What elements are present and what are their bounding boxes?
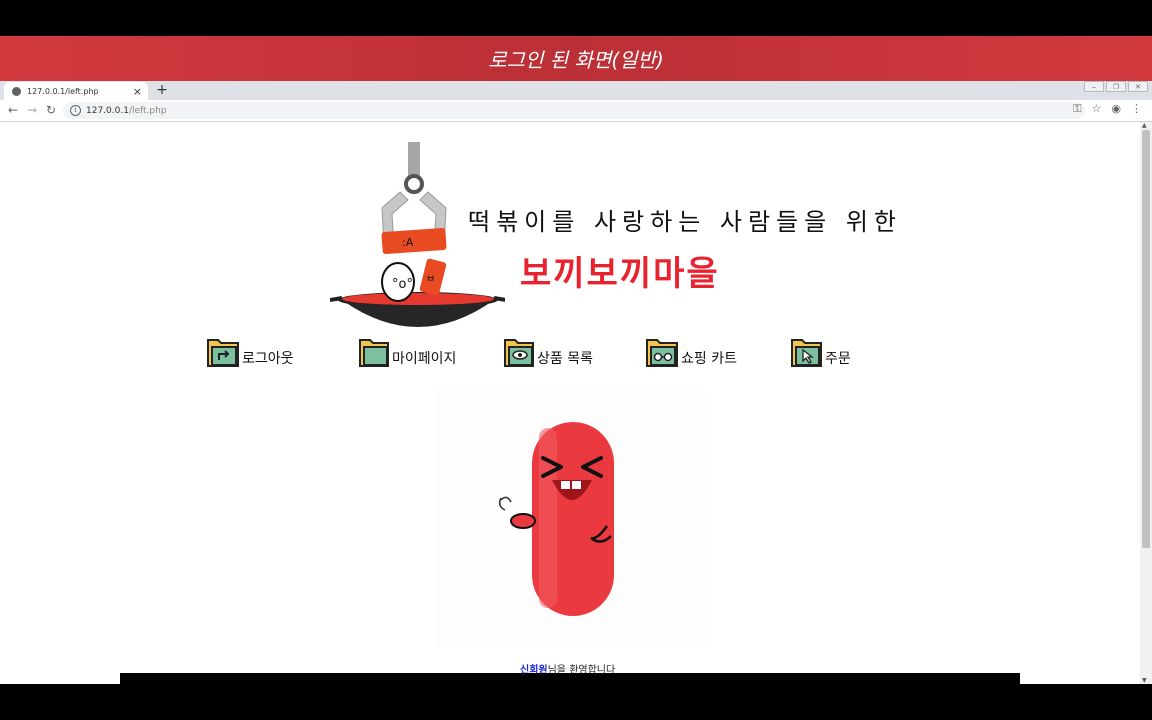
menu-label: 마이페이지 [392, 351, 457, 367]
folder-arrow-icon [207, 339, 239, 367]
site-tagline: 떡볶이를 사랑하는 사람들을 위한 [468, 208, 903, 236]
menu-dots-icon[interactable]: ⋮ [1131, 102, 1142, 116]
tteokbokki-logo: :A °o° ㅂ [330, 142, 505, 327]
url-path: /left.php [128, 105, 167, 116]
scrollbar-thumb[interactable] [1142, 130, 1150, 548]
menu-order[interactable]: 주문 [790, 336, 851, 368]
restore-icon[interactable]: ❐ [1106, 81, 1126, 92]
rice-cake-mascot [498, 422, 614, 616]
caption-text: 로그인 된 화면(일반) [488, 48, 664, 72]
account-icon[interactable]: ◉ [1111, 102, 1121, 116]
reload-button[interactable]: ↻ [43, 102, 59, 118]
menu-label: 상품 목록 [537, 351, 593, 367]
window-controls: ‒ ❐ ✕ [1084, 81, 1148, 92]
page-viewport: :A °o° ㅂ 떡볶이를 사랑하는 사람들을 위한 보끼보끼마을 로그아웃 마… [0, 122, 1152, 684]
svg-text::A: :A [402, 236, 414, 249]
menu-label: 로그아웃 [242, 351, 294, 367]
back-button[interactable]: ← [5, 102, 21, 118]
star-icon[interactable]: ☆ [1092, 102, 1102, 116]
tab-strip: 127.0.0.1/left.php × + ‒ ❐ ✕ [0, 81, 1152, 100]
url-host: 127.0.0.1 [86, 105, 129, 116]
folder-cursor-icon [791, 339, 822, 367]
minimize-icon[interactable]: ‒ [1084, 81, 1104, 92]
close-window-icon[interactable]: ✕ [1128, 81, 1148, 92]
folder-eye-icon [504, 339, 534, 367]
svg-text:°o°: °o° [392, 277, 413, 292]
footer-bar [120, 673, 1020, 684]
info-icon[interactable]: i [70, 105, 81, 116]
menu-logout[interactable]: 로그아웃 [206, 336, 294, 368]
address-bar[interactable]: i 127.0.0.1/left.php [63, 102, 1085, 119]
menu-label: 쇼핑 카트 [681, 351, 737, 367]
menu-shopping-cart[interactable]: 쇼핑 카트 [645, 336, 737, 368]
browser-chrome: 127.0.0.1/left.php × + ‒ ❐ ✕ ← → ↻ i 127… [0, 81, 1152, 122]
forward-button[interactable]: → [24, 102, 40, 118]
browser-tab[interactable]: 127.0.0.1/left.php × [4, 82, 148, 100]
folder-icon [359, 339, 389, 367]
vertical-scrollbar[interactable]: ▲ ▼ [1140, 122, 1152, 684]
menu-mypage[interactable]: 마이페이지 [358, 336, 456, 368]
new-tab-button[interactable]: + [154, 82, 170, 98]
scroll-down-icon[interactable]: ▼ [1142, 677, 1147, 684]
svg-text:ㅂ: ㅂ [426, 274, 435, 285]
globe-icon [12, 86, 21, 96]
menu-product-list[interactable]: 상품 목록 [503, 336, 593, 368]
site-brand-title: 보끼보끼마을 [520, 254, 720, 294]
menu-label: 주문 [825, 351, 851, 367]
scroll-up-icon[interactable]: ▲ [1142, 122, 1147, 129]
tab-title: 127.0.0.1/left.php [27, 86, 99, 96]
key-icon[interactable]: ⚿ [1073, 102, 1081, 116]
toolbar-actions: ⚿ ☆ ◉ ⋮ [1073, 102, 1142, 116]
close-tab-icon[interactable]: × [133, 85, 142, 98]
browser-toolbar: ← → ↻ i 127.0.0.1/left.php ⚿ ☆ ◉ ⋮ [0, 100, 1152, 122]
mascot-image [435, 390, 705, 648]
folder-glasses-icon [646, 339, 678, 367]
caption-banner: 로그인 된 화면(일반) [0, 36, 1152, 81]
